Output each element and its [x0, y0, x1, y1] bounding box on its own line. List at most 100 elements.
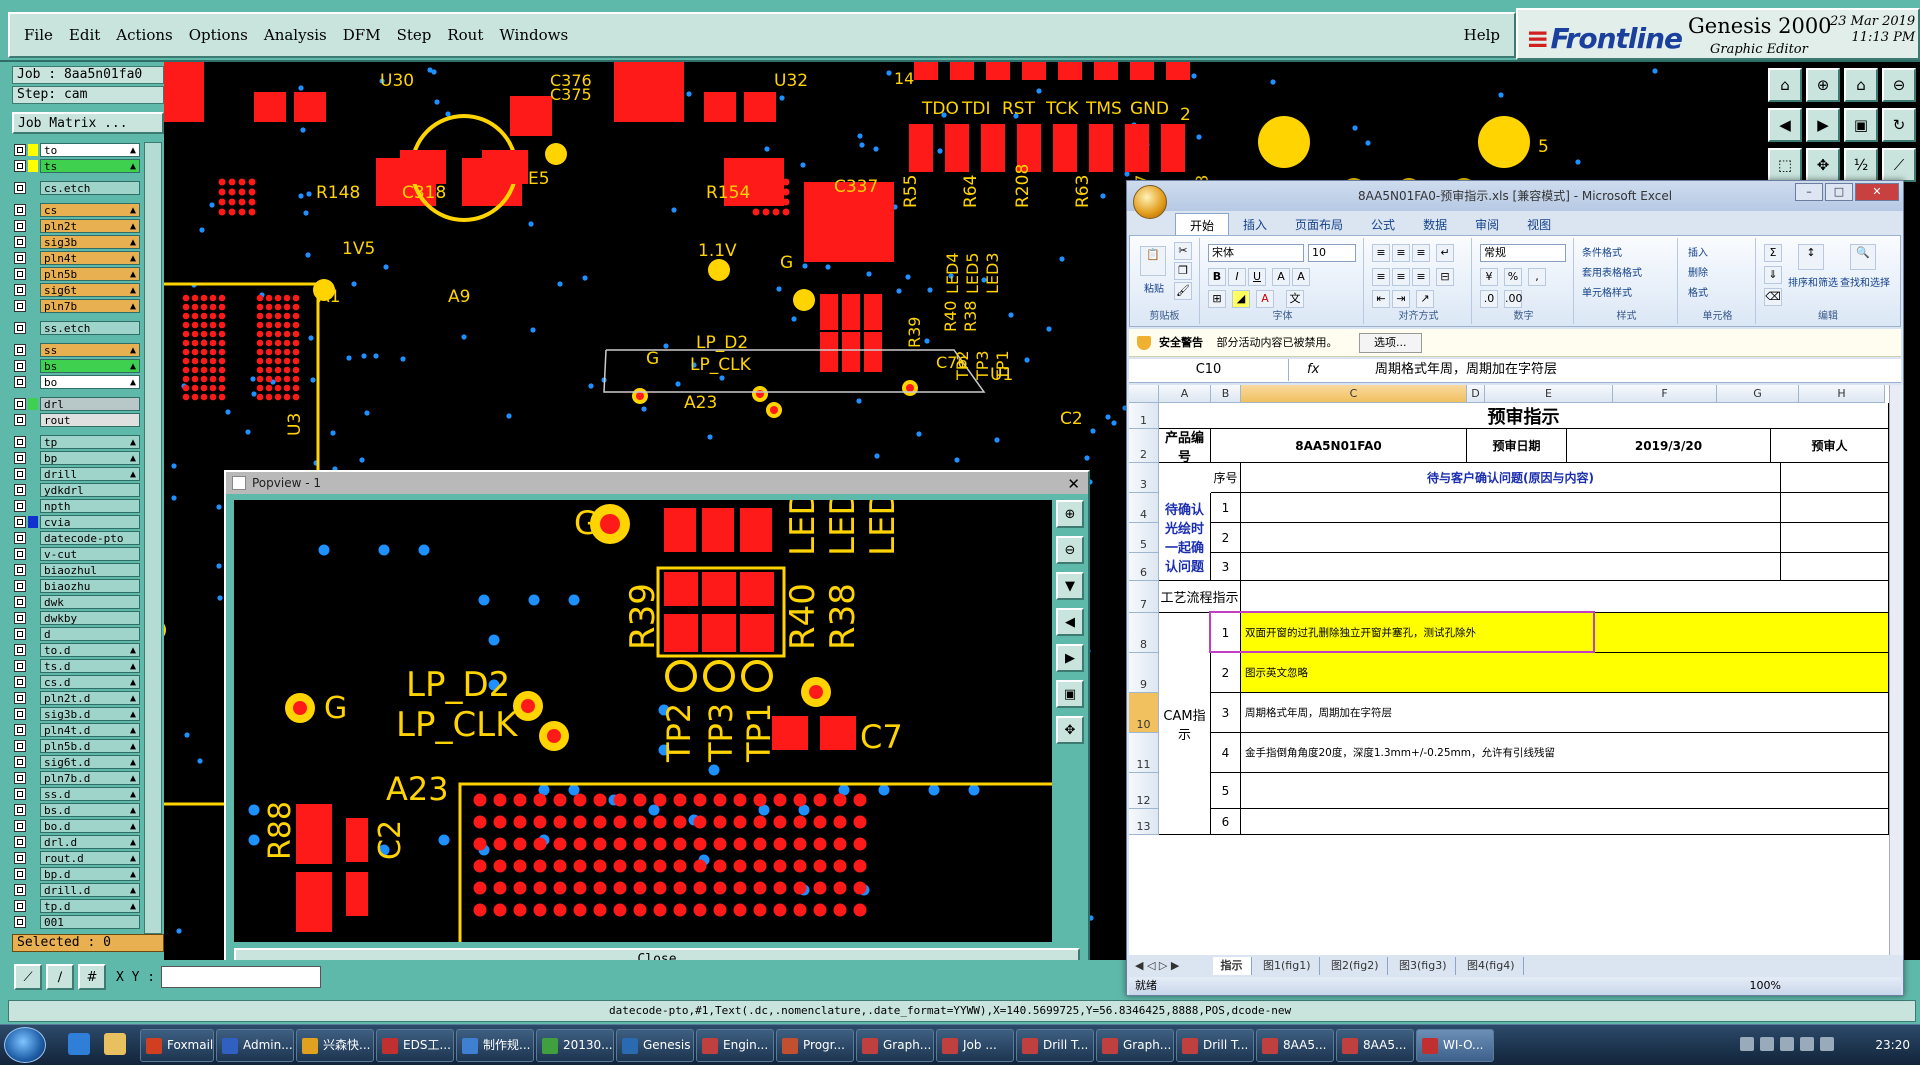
menu-step[interactable]: Step: [397, 26, 432, 44]
layer-name[interactable]: cvia: [40, 515, 140, 529]
layer-row[interactable]: rout: [12, 412, 140, 428]
layer-checkbox[interactable]: [14, 596, 26, 608]
menu-help[interactable]: Help: [1464, 26, 1500, 44]
zoom-level[interactable]: 100%: [1750, 977, 1781, 995]
layer-row[interactable]: bp.d ▲: [12, 866, 140, 882]
cell-cam-item[interactable]: 金手指倒角角度20度，深度1.3mm+/-0.25mm，允许有引线残留: [1241, 733, 1889, 773]
layer-checkbox[interactable]: [14, 804, 26, 816]
layer-name[interactable]: rout.d ▲: [40, 851, 140, 865]
taskbar-item[interactable]: Drill T...: [1176, 1029, 1254, 1062]
zoom-area-icon[interactable]: ⬚: [1768, 148, 1802, 182]
layer-name[interactable]: bo ▲: [40, 375, 140, 389]
layer-row[interactable]: datecode-pto: [12, 530, 140, 546]
italic-icon[interactable]: I: [1228, 268, 1246, 286]
increase-indent-icon[interactable]: ⇥: [1392, 290, 1410, 308]
layer-name[interactable]: drl: [40, 397, 140, 411]
cell-question[interactable]: [1241, 523, 1781, 553]
cell-cam-item[interactable]: 周期格式年周，周期加在字符层: [1241, 693, 1889, 733]
layer-checkbox[interactable]: [14, 376, 26, 388]
row-header[interactable]: 2: [1129, 429, 1159, 463]
cell-title[interactable]: 预审指示: [1159, 403, 1889, 429]
align-center-icon[interactable]: ≡: [1392, 268, 1410, 286]
layer-name[interactable]: ts ▲: [40, 159, 140, 173]
layer-row[interactable]: biaozhul: [12, 562, 140, 578]
layer-checkbox[interactable]: [14, 532, 26, 544]
clear-icon[interactable]: ⌫: [1764, 288, 1782, 306]
bold-icon[interactable]: B: [1208, 268, 1226, 286]
layer-color-swatch[interactable]: [28, 916, 38, 928]
layer-row[interactable]: cs ▲: [12, 202, 140, 218]
layer-row[interactable]: sig6t ▲: [12, 282, 140, 298]
layer-row[interactable]: drl: [12, 396, 140, 412]
layer-color-swatch[interactable]: [28, 220, 38, 232]
zoom-in-icon[interactable]: ⊕: [1806, 68, 1840, 102]
cell-seq[interactable]: 3: [1211, 553, 1241, 581]
sheet-tab[interactable]: 图4(fig4): [1459, 957, 1524, 975]
cell-process[interactable]: [1241, 581, 1889, 613]
layer-checkbox[interactable]: [14, 628, 26, 640]
start-button-icon[interactable]: [4, 1027, 46, 1063]
layer-row[interactable]: ydkdrl: [12, 482, 140, 498]
layer-row[interactable]: biaozhu: [12, 578, 140, 594]
layer-color-swatch[interactable]: [28, 344, 38, 356]
table-style-button[interactable]: 套用表格格式: [1582, 264, 1642, 279]
column-header[interactable]: A: [1159, 385, 1211, 403]
layer-color-swatch[interactable]: [28, 804, 38, 816]
taskbar-item[interactable]: 制作规...: [456, 1029, 534, 1062]
phonetic-icon[interactable]: 文: [1286, 290, 1304, 308]
layer-checkbox[interactable]: [14, 360, 26, 372]
tab-view[interactable]: 视图: [1513, 213, 1565, 235]
format-painter-icon[interactable]: 🖌: [1174, 282, 1192, 300]
taskbar-item[interactable]: 8AA5...: [1256, 1029, 1334, 1062]
taskbar-item[interactable]: Foxmail: [140, 1029, 214, 1062]
row-header[interactable]: 9: [1129, 653, 1159, 693]
layer-row[interactable]: sig3b ▲: [12, 234, 140, 250]
cell-cam-item[interactable]: [1241, 809, 1889, 835]
grid-icon[interactable]: #: [78, 964, 106, 990]
layer-name[interactable]: 001: [40, 915, 140, 929]
row-header[interactable]: 5: [1129, 523, 1159, 553]
cell-style-button[interactable]: 单元格样式: [1582, 284, 1632, 299]
layer-name[interactable]: cs ▲: [40, 203, 140, 217]
layer-name[interactable]: ts.d ▲: [40, 659, 140, 673]
align-middle-icon[interactable]: ≡: [1392, 244, 1410, 262]
layer-checkbox[interactable]: [14, 660, 26, 672]
pan-right-icon[interactable]: ▶: [1056, 644, 1084, 672]
layer-checkbox[interactable]: [14, 884, 26, 896]
cell-cam-seq[interactable]: 3: [1211, 693, 1241, 733]
layer-row[interactable]: pln4t ▲: [12, 250, 140, 266]
layer-name[interactable]: pln5b ▲: [40, 267, 140, 281]
close-icon[interactable]: ✕: [1855, 183, 1899, 201]
layer-color-swatch[interactable]: [28, 436, 38, 448]
tray-icon[interactable]: [1740, 1037, 1754, 1051]
layer-row[interactable]: ss ▲: [12, 342, 140, 358]
redraw-icon[interactable]: ↻: [1882, 108, 1916, 142]
layer-color-swatch[interactable]: [28, 612, 38, 624]
find-select-button[interactable]: 查找和选择: [1840, 274, 1890, 289]
layer-checkbox[interactable]: [14, 204, 26, 216]
security-options-button[interactable]: 选项...: [1359, 333, 1422, 353]
insert-button[interactable]: 插入: [1688, 244, 1708, 259]
row-header[interactable]: 1: [1129, 403, 1159, 429]
layer-row[interactable]: dwkby: [12, 610, 140, 626]
layer-row[interactable]: to ▲: [12, 142, 140, 158]
layer-name[interactable]: sig3b ▲: [40, 235, 140, 249]
layer-checkbox[interactable]: [14, 708, 26, 720]
layer-name[interactable]: biaozhu: [40, 579, 140, 593]
menu-rout[interactable]: Rout: [447, 26, 483, 44]
fill-icon[interactable]: ⇓: [1764, 266, 1782, 284]
layer-color-swatch[interactable]: [28, 788, 38, 800]
excel-titlebar[interactable]: 8AA5N01FA0-预审指示.xls [兼容模式] - Microsoft E…: [1127, 181, 1903, 211]
layer-row[interactable]: ss.d ▲: [12, 786, 140, 802]
xy-input[interactable]: [161, 966, 322, 988]
menu-options[interactable]: Options: [189, 26, 248, 44]
cut-icon[interactable]: ✂: [1174, 242, 1192, 260]
layer-name[interactable]: sig6t.d ▲: [40, 755, 140, 769]
layer-checkbox[interactable]: [14, 772, 26, 784]
taskbar-item[interactable]: Genesis: [616, 1029, 694, 1062]
number-format-select[interactable]: 常规: [1480, 244, 1566, 262]
layer-name[interactable]: biaozhul: [40, 563, 140, 577]
layer-color-swatch[interactable]: [28, 836, 38, 848]
cell-reviewer-label[interactable]: 预审人: [1771, 429, 1889, 463]
layer-row[interactable]: pln5b.d ▲: [12, 738, 140, 754]
